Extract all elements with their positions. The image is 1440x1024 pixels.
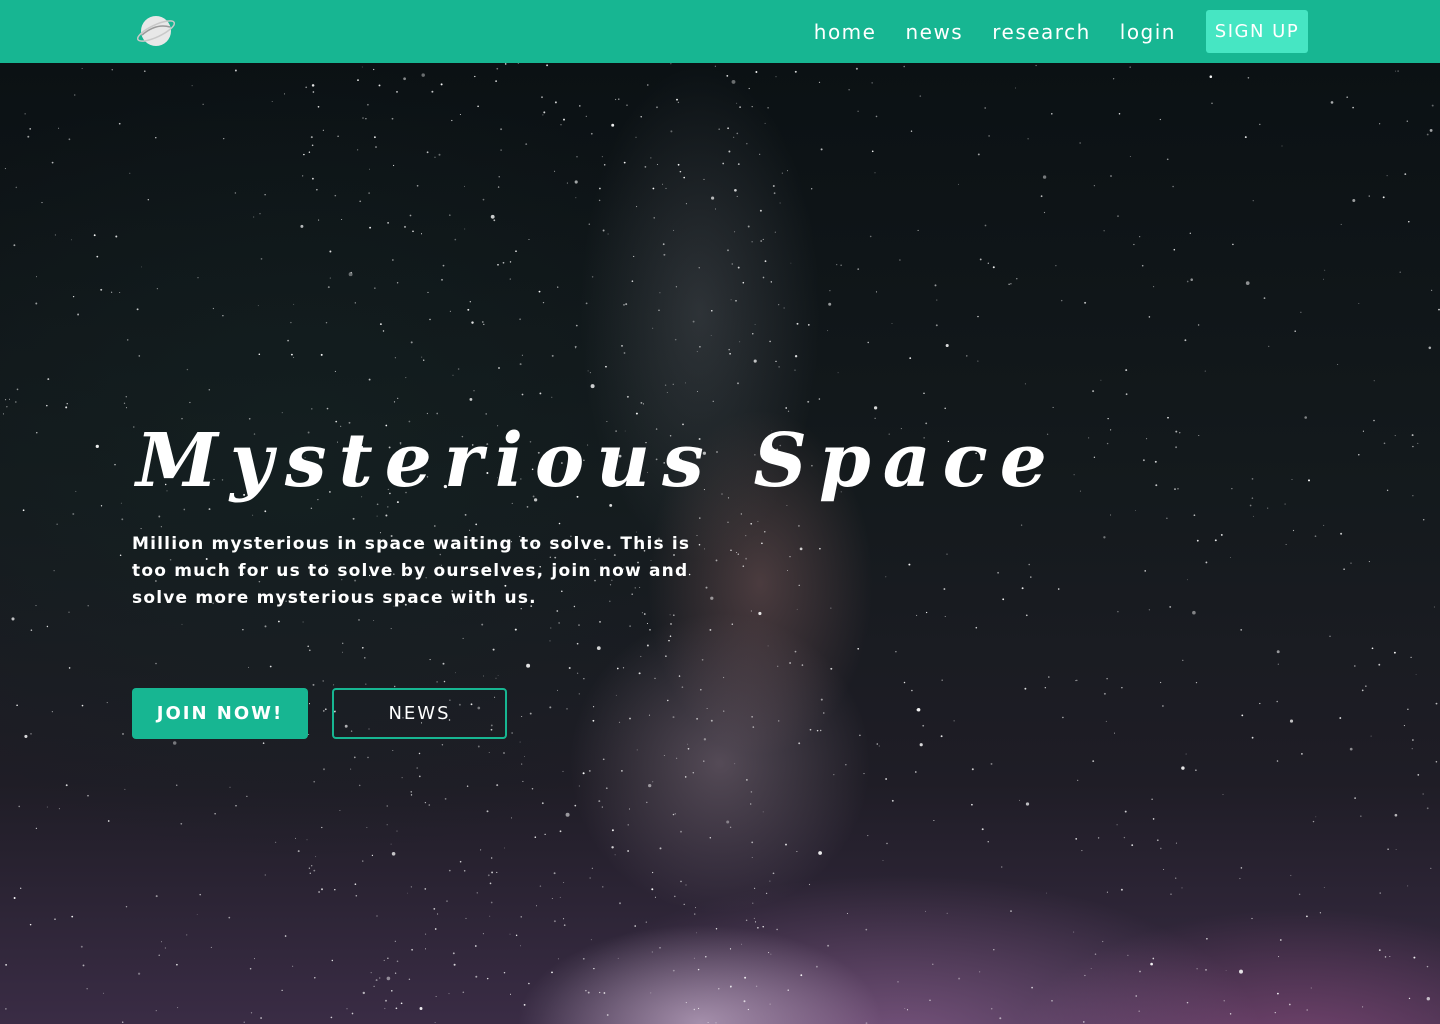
nav-link-research[interactable]: research: [992, 20, 1091, 44]
news-button[interactable]: NEWS: [332, 688, 507, 739]
nav-links: home news research login SIGN UP: [814, 0, 1440, 63]
page: home news research login SIGN UP Mysteri…: [0, 0, 1440, 1024]
nav-link-login[interactable]: login: [1120, 20, 1176, 44]
hero-title: Mysterious Space: [136, 418, 1059, 504]
top-navbar: home news research login SIGN UP: [0, 0, 1440, 63]
planet-icon[interactable]: [136, 13, 176, 49]
hero-description: Million mysterious in space waiting to s…: [132, 534, 691, 608]
nav-link-home[interactable]: home: [814, 20, 877, 44]
join-now-button[interactable]: JOIN NOW!: [132, 688, 308, 739]
signup-button[interactable]: SIGN UP: [1206, 10, 1308, 53]
nav-link-news[interactable]: news: [905, 20, 963, 44]
